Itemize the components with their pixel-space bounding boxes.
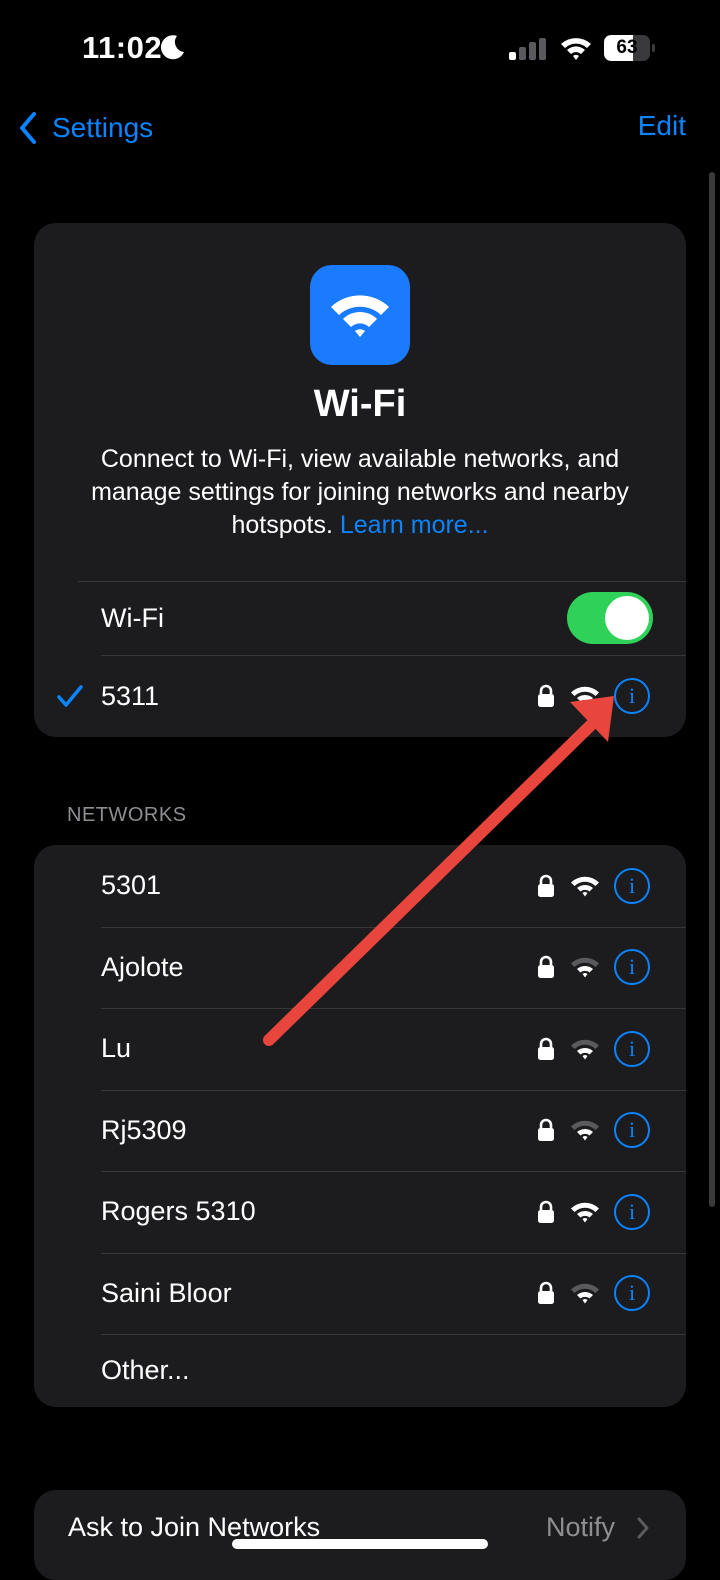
battery-icon: 63 <box>604 35 655 61</box>
wifi-toggle-switch[interactable] <box>567 592 653 644</box>
networks-section-header: NETWORKS <box>67 804 187 826</box>
scrollbar[interactable] <box>709 172 715 1207</box>
edit-button[interactable]: Edit <box>638 110 686 142</box>
info-button[interactable]: i <box>614 1112 650 1149</box>
wifi-app-icon <box>310 265 410 365</box>
network-name: Ajolote <box>101 951 184 982</box>
toggle-knob <box>605 596 649 640</box>
connected-network-name: 5311 <box>101 680 160 711</box>
info-button[interactable]: i <box>614 1275 650 1312</box>
wifi-signal-icon <box>571 958 599 978</box>
wifi-signal-icon <box>571 876 599 897</box>
lock-icon <box>538 1119 554 1142</box>
cellular-signal-icon <box>509 38 549 65</box>
wifi-status-icon <box>559 35 593 66</box>
ask-to-join-row[interactable]: Ask to Join Networks Notify <box>34 1490 686 1580</box>
network-row[interactable]: Rj5309 i <box>34 1090 686 1172</box>
network-row[interactable]: Ajolote i <box>34 927 686 1009</box>
other-network-row[interactable]: Other... <box>34 1334 686 1407</box>
chevron-left-icon <box>20 112 36 144</box>
wifi-signal-icon <box>571 1284 599 1304</box>
network-name: Lu <box>101 1033 132 1064</box>
wifi-signal-icon <box>571 1202 599 1223</box>
learn-more-link[interactable]: Learn more... <box>340 511 489 539</box>
networks-list: 5301 i Ajolote i Lu i Rj5309 i Rogers 5310 i Saini… <box>34 845 686 1407</box>
battery-level: 63 <box>616 37 638 58</box>
network-row[interactable]: Saini Bloor i <box>34 1253 686 1335</box>
info-button[interactable]: i <box>614 1030 650 1067</box>
back-button[interactable]: Settings <box>18 108 153 148</box>
wifi-title: Wi-Fi <box>313 383 407 425</box>
other-network-label: Other... <box>101 1355 190 1385</box>
lock-icon <box>538 684 554 707</box>
wifi-signal-icon <box>571 686 599 707</box>
wifi-description: Connect to Wi-Fi, view available network… <box>74 443 646 542</box>
lock-icon <box>538 956 554 979</box>
wifi-toggle-label: Wi-Fi <box>101 602 164 633</box>
wifi-card: Wi-Fi Connect to Wi-Fi, view available n… <box>34 223 686 737</box>
back-label: Settings <box>52 112 154 143</box>
ask-to-join-value: Notify <box>546 1512 616 1542</box>
info-button[interactable]: i <box>614 678 650 714</box>
network-name: Saini Bloor <box>101 1277 232 1308</box>
status-time: 11:02 <box>82 30 163 65</box>
info-button[interactable]: i <box>614 1193 650 1230</box>
moon-icon <box>159 33 187 66</box>
wifi-signal-icon <box>571 1121 599 1141</box>
checkmark-icon <box>57 685 83 707</box>
network-name: Rogers 5310 <box>101 1196 256 1227</box>
info-button[interactable]: i <box>614 949 650 986</box>
lock-icon <box>538 874 554 897</box>
wifi-signal-icon <box>571 1039 599 1060</box>
home-indicator[interactable] <box>232 1539 488 1549</box>
wifi-toggle-row: Wi-Fi <box>34 581 686 655</box>
chevron-right-icon <box>637 1517 649 1539</box>
info-button[interactable]: i <box>614 867 650 904</box>
network-row[interactable]: Lu i <box>34 1008 686 1090</box>
lock-icon <box>538 1200 554 1223</box>
network-row[interactable]: Rogers 5310 i <box>34 1171 686 1253</box>
network-row[interactable]: 5301 i <box>34 845 686 927</box>
connected-network-row[interactable]: 5311 i <box>34 655 686 737</box>
network-name: 5301 <box>101 870 162 901</box>
lock-icon <box>538 1282 554 1305</box>
network-name: Rj5309 <box>101 1114 187 1145</box>
lock-icon <box>538 1037 554 1060</box>
